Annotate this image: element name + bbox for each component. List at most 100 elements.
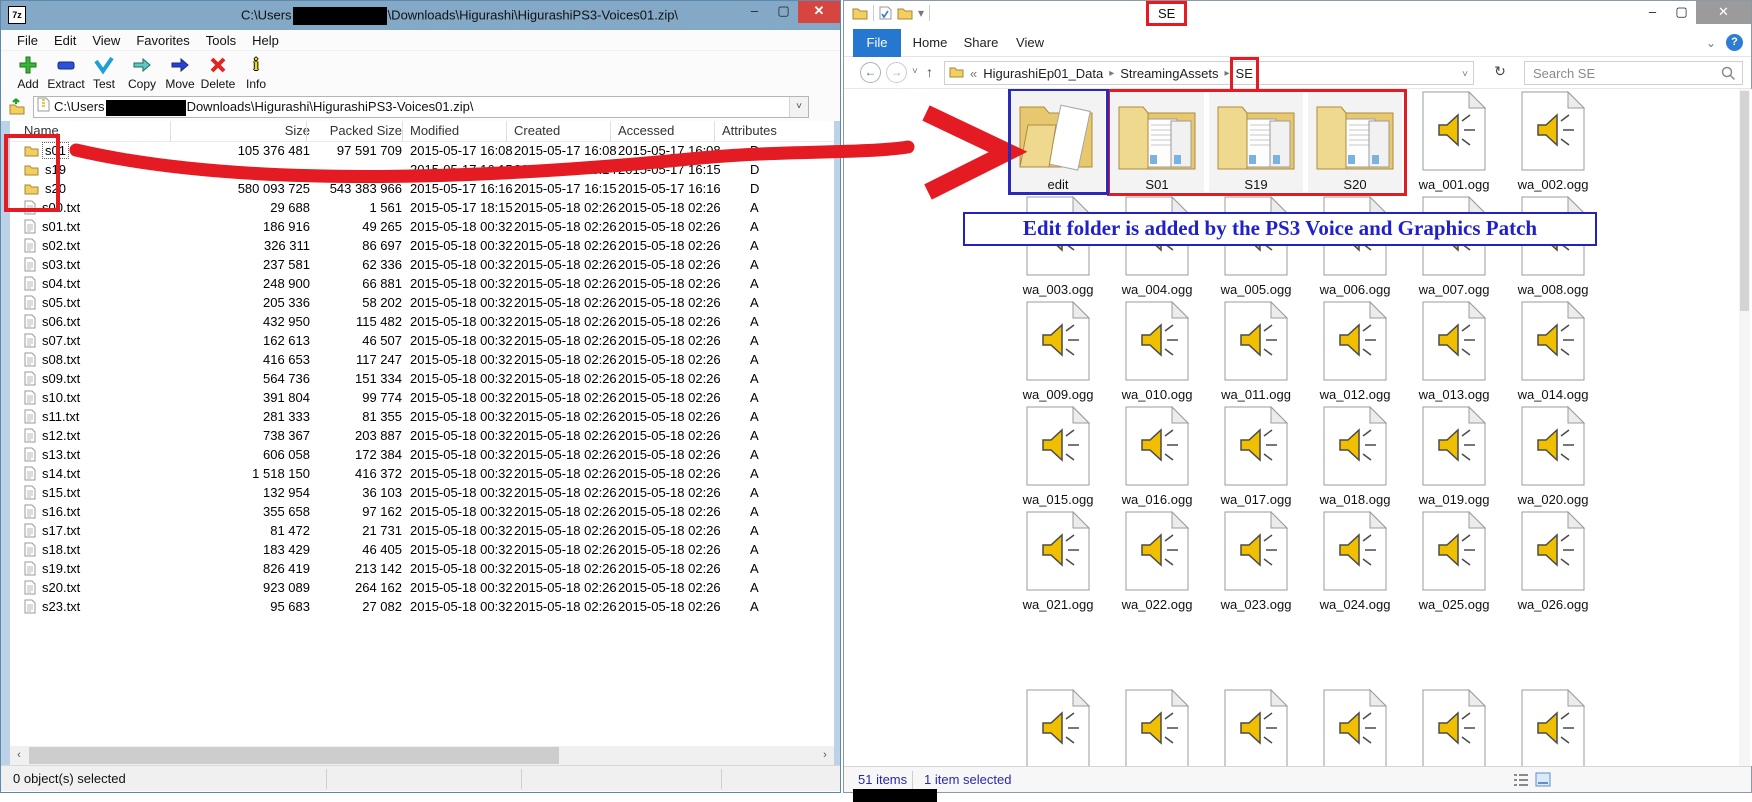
- breadcrumb-separator-icon[interactable]: ▸: [1109, 68, 1114, 79]
- scrollbar-thumb[interactable]: [29, 747, 559, 764]
- breadcrumb-collapsed-icon[interactable]: «: [970, 66, 977, 81]
- grid-item[interactable]: [1011, 689, 1105, 766]
- grid-item-s20[interactable]: S20: [1308, 91, 1402, 192]
- details-view-icon[interactable]: [1512, 771, 1530, 789]
- grid-item[interactable]: [1209, 689, 1303, 766]
- add-button[interactable]: Add: [9, 51, 47, 93]
- column-header-created[interactable]: Created: [514, 123, 612, 138]
- back-icon[interactable]: ←: [860, 62, 881, 83]
- refresh-icon[interactable]: ↻: [1489, 63, 1511, 83]
- vertical-scrollbar[interactable]: [1739, 89, 1750, 766]
- table-row[interactable]: s08.txt416 653117 2472015-05-18 00:32201…: [10, 351, 834, 370]
- tab-home[interactable]: Home: [907, 29, 953, 57]
- breadcrumb-item-higurashiep01_data[interactable]: HigurashiEp01_Data: [983, 66, 1103, 81]
- menu-item-view[interactable]: View: [84, 33, 128, 48]
- horizontal-scrollbar[interactable]: ‹ ›: [10, 746, 834, 765]
- close-button[interactable]: ✕: [1696, 1, 1751, 24]
- grid-item[interactable]: [1308, 689, 1402, 766]
- table-row[interactable]: s05.txt205 33658 2022015-05-18 00:322015…: [10, 294, 834, 313]
- grid-item[interactable]: [1506, 689, 1600, 766]
- grid-item-s01[interactable]: S01: [1110, 91, 1204, 192]
- toolbar-caret-icon[interactable]: ▾: [918, 6, 924, 20]
- grid-item-wa_024-ogg[interactable]: wa_024.ogg: [1308, 511, 1402, 612]
- table-row[interactable]: s15.txt132 95436 1032015-05-18 00:322015…: [10, 484, 834, 503]
- table-row[interactable]: s00.txt29 6881 5612015-05-17 18:152015-0…: [10, 199, 834, 218]
- grid-item-s19[interactable]: S19: [1209, 91, 1303, 192]
- menu-item-edit[interactable]: Edit: [46, 33, 84, 48]
- table-row[interactable]: s06.txt432 950115 4822015-05-18 00:32201…: [10, 313, 834, 332]
- move-button[interactable]: Move: [161, 51, 199, 93]
- grid-item-wa_008-ogg[interactable]: wa_008.ogg: [1506, 196, 1600, 297]
- help-icon[interactable]: ?: [1726, 34, 1743, 51]
- grid-item-wa_018-ogg[interactable]: wa_018.ogg: [1308, 406, 1402, 507]
- maximize-button[interactable]: ▢: [1667, 1, 1696, 24]
- table-row[interactable]: s17.txt81 47221 7312015-05-18 00:322015-…: [10, 522, 834, 541]
- up-folder-icon[interactable]: [7, 97, 27, 117]
- table-row[interactable]: s13.txt606 058172 3842015-05-18 00:32201…: [10, 446, 834, 465]
- table-row[interactable]: s11.txt281 33381 3552015-05-18 00:322015…: [10, 408, 834, 427]
- table-row[interactable]: s18.txt183 42946 4052015-05-18 00:322015…: [10, 541, 834, 560]
- minimize-button[interactable]: –: [1638, 1, 1667, 24]
- scroll-right-icon[interactable]: ›: [816, 746, 834, 765]
- tab-file[interactable]: File: [853, 29, 901, 57]
- column-header-modified[interactable]: Modified: [410, 123, 508, 138]
- tab-view[interactable]: View: [1008, 29, 1052, 57]
- grid-item-wa_019-ogg[interactable]: wa_019.ogg: [1407, 406, 1501, 507]
- table-row[interactable]: s14.txt1 518 150416 3722015-05-18 00:322…: [10, 465, 834, 484]
- table-row[interactable]: s19.txt826 419213 1422015-05-18 00:32201…: [10, 560, 834, 579]
- grid-item-wa_015-ogg[interactable]: wa_015.ogg: [1011, 406, 1105, 507]
- scroll-left-icon[interactable]: ‹: [10, 746, 28, 765]
- tab-share[interactable]: Share: [958, 29, 1004, 57]
- breadcrumb-item-streamingassets[interactable]: StreamingAssets: [1120, 66, 1218, 81]
- grid-item[interactable]: [1110, 689, 1204, 766]
- table-row[interactable]: s16.txt355 65897 1622015-05-18 00:322015…: [10, 503, 834, 522]
- close-button[interactable]: ✕: [798, 1, 840, 23]
- table-row[interactable]: s12.txt738 367203 8872015-05-18 00:32201…: [10, 427, 834, 446]
- grid-item-wa_013-ogg[interactable]: wa_013.ogg: [1407, 301, 1501, 402]
- menu-item-favorites[interactable]: Favorites: [128, 33, 197, 48]
- table-row[interactable]: s01.txt186 91649 2652015-05-18 00:322015…: [10, 218, 834, 237]
- grid-item-wa_004-ogg[interactable]: wa_004.ogg: [1110, 196, 1204, 297]
- table-row[interactable]: s192015-05-17 16:152015-05-17 16:142015-…: [10, 161, 834, 180]
- table-row[interactable]: s23.txt95 68327 0822015-05-18 00:322015-…: [10, 598, 834, 617]
- column-header-attributes[interactable]: Attributes: [722, 123, 792, 138]
- new-folder-icon[interactable]: [897, 6, 913, 20]
- search-input[interactable]: Search SE: [1524, 61, 1743, 85]
- grid-item-wa_020-ogg[interactable]: wa_020.ogg: [1506, 406, 1600, 507]
- grid-item-wa_010-ogg[interactable]: wa_010.ogg: [1110, 301, 1204, 402]
- maximize-button[interactable]: ▢: [769, 1, 798, 23]
- grid-item-edit[interactable]: edit: [1011, 91, 1105, 192]
- grid-item-wa_009-ogg[interactable]: wa_009.ogg: [1011, 301, 1105, 402]
- grid-item[interactable]: [1407, 689, 1501, 766]
- menu-item-file[interactable]: File: [9, 33, 46, 48]
- address-combo[interactable]: C:\UsersDownloads\Higurashi\HigurashiPS3…: [33, 96, 809, 118]
- table-row[interactable]: s02.txt326 31186 6972015-05-18 00:322015…: [10, 237, 834, 256]
- grid-item-wa_025-ogg[interactable]: wa_025.ogg: [1407, 511, 1501, 612]
- forward-icon[interactable]: →: [886, 62, 907, 83]
- grid-item-wa_003-ogg[interactable]: wa_003.ogg: [1011, 196, 1105, 297]
- column-header-size[interactable]: Size: [178, 123, 310, 138]
- up-icon[interactable]: ↑: [926, 64, 933, 80]
- minimize-button[interactable]: –: [740, 1, 769, 23]
- grid-item-wa_005-ogg[interactable]: wa_005.ogg: [1209, 196, 1303, 297]
- address-dropdown-icon[interactable]: ˅: [789, 97, 808, 117]
- column-header-accessed[interactable]: Accessed: [618, 123, 716, 138]
- column-header-packed-size[interactable]: Packed Size: [314, 123, 402, 138]
- scrollbar-thumb[interactable]: [1740, 91, 1749, 311]
- grid-item-wa_007-ogg[interactable]: wa_007.ogg: [1407, 196, 1501, 297]
- breadcrumb[interactable]: «HigurashiEp01_Data▸StreamingAssets▸SE ˅: [944, 61, 1474, 85]
- checked-document-icon[interactable]: [879, 6, 892, 20]
- grid-item-wa_016-ogg[interactable]: wa_016.ogg: [1110, 406, 1204, 507]
- test-button[interactable]: Test: [85, 51, 123, 93]
- grid-item-wa_012-ogg[interactable]: wa_012.ogg: [1308, 301, 1402, 402]
- table-row[interactable]: s10.txt391 80499 7742015-05-18 00:322015…: [10, 389, 834, 408]
- explorer-titlebar[interactable]: ▾ SE – ▢ ✕: [844, 1, 1751, 29]
- grid-item-wa_026-ogg[interactable]: wa_026.ogg: [1506, 511, 1600, 612]
- grid-item-wa_006-ogg[interactable]: wa_006.ogg: [1308, 196, 1402, 297]
- search-icon[interactable]: [1721, 66, 1736, 86]
- table-row[interactable]: s09.txt564 736151 3342015-05-18 00:32201…: [10, 370, 834, 389]
- menu-item-tools[interactable]: Tools: [198, 33, 244, 48]
- grid-item-wa_021-ogg[interactable]: wa_021.ogg: [1011, 511, 1105, 612]
- grid-item-wa_023-ogg[interactable]: wa_023.ogg: [1209, 511, 1303, 612]
- grid-item-wa_002-ogg[interactable]: wa_002.ogg: [1506, 91, 1600, 192]
